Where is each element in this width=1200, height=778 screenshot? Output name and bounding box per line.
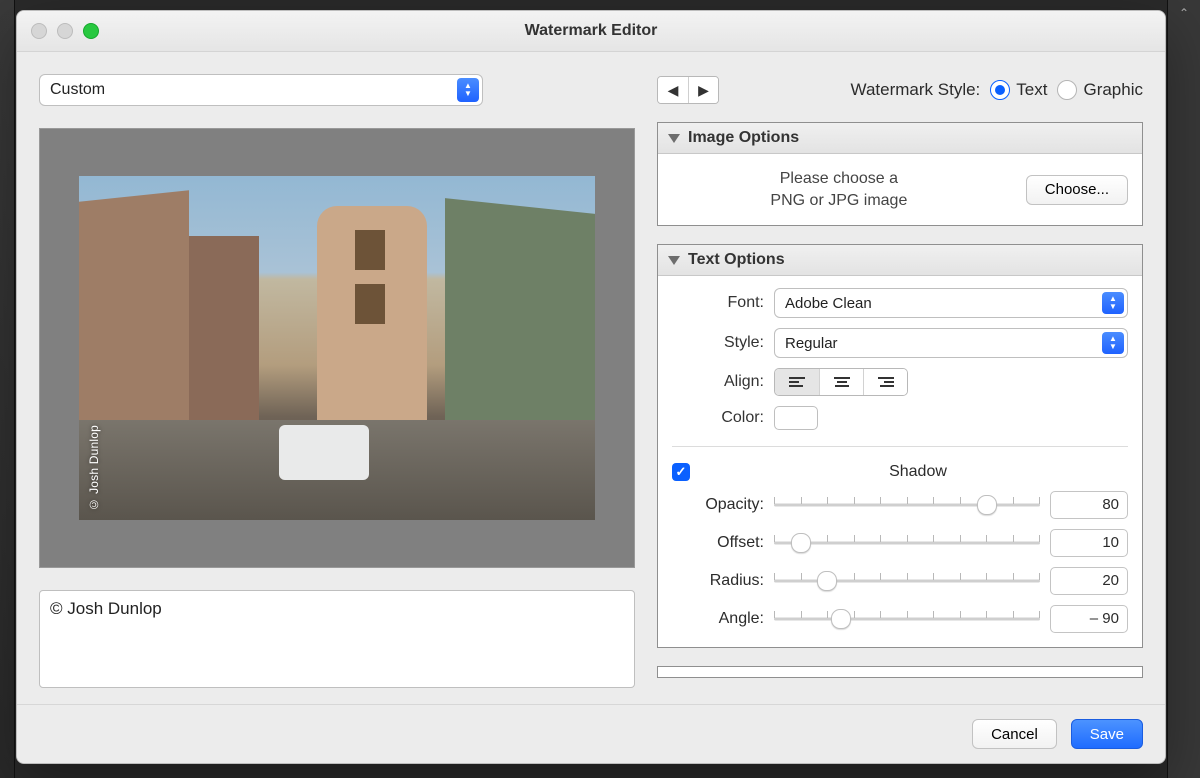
font-style-value: Regular xyxy=(785,335,838,352)
style-text-radio-label: Text xyxy=(1016,80,1047,100)
radius-slider[interactable] xyxy=(774,570,1040,592)
radio-checked-icon xyxy=(990,80,1010,100)
opacity-value[interactable]: 80 xyxy=(1050,491,1128,519)
text-options-title: Text Options xyxy=(688,251,785,269)
window-traffic-lights xyxy=(17,23,99,39)
image-options-header[interactable]: Image Options xyxy=(658,123,1142,154)
shadow-checkbox[interactable]: ✓ xyxy=(672,463,690,481)
radio-unchecked-icon xyxy=(1057,80,1077,100)
triangle-right-icon: ▶ xyxy=(698,82,709,99)
font-select[interactable]: Adobe Clean ▲▼ xyxy=(774,288,1128,318)
shadow-label: Shadow xyxy=(708,463,1128,481)
align-label: Align: xyxy=(672,373,764,391)
align-center-icon xyxy=(834,377,850,387)
align-left-button[interactable] xyxy=(775,369,819,395)
select-stepper-icon: ▲▼ xyxy=(457,78,479,102)
angle-value[interactable]: – 90 xyxy=(1050,605,1128,633)
chevron-up-icon: ⌃ xyxy=(1179,6,1189,20)
save-button[interactable]: Save xyxy=(1071,719,1143,749)
angle-slider[interactable] xyxy=(774,608,1040,630)
disclosure-triangle-icon xyxy=(668,134,680,143)
background-left-strip xyxy=(0,0,15,778)
triangle-left-icon: ◀ xyxy=(668,82,679,99)
watermark-editor-sheet: Watermark Editor Custom ▲▼ xyxy=(16,10,1166,764)
color-label: Color: xyxy=(672,409,764,427)
separator xyxy=(672,446,1128,447)
offset-label: Offset: xyxy=(672,534,764,552)
preview-prev-button[interactable]: ◀ xyxy=(658,77,688,103)
offset-value[interactable]: 10 xyxy=(1050,529,1128,557)
text-options-panel: Text Options Font: Adobe Clean ▲▼ Style:… xyxy=(657,244,1143,648)
opacity-label: Opacity: xyxy=(672,496,764,514)
style-graphic-radio[interactable]: Graphic xyxy=(1057,80,1143,100)
minimize-window-button[interactable] xyxy=(57,23,73,39)
watermark-text-input[interactable]: © Josh Dunlop xyxy=(39,590,635,688)
titlebar: Watermark Editor xyxy=(17,11,1165,52)
preview-next-button[interactable]: ▶ xyxy=(688,77,718,103)
text-options-header[interactable]: Text Options xyxy=(658,245,1142,276)
angle-label: Angle: xyxy=(672,610,764,628)
align-segment xyxy=(774,368,908,396)
text-color-well[interactable] xyxy=(774,406,818,430)
radius-value[interactable]: 20 xyxy=(1050,567,1128,595)
font-style-label: Style: xyxy=(672,334,764,352)
preset-select-value: Custom xyxy=(50,81,105,99)
font-select-value: Adobe Clean xyxy=(785,295,872,312)
cancel-button[interactable]: Cancel xyxy=(972,719,1057,749)
radius-label: Radius: xyxy=(672,572,764,590)
background-right-strip: ⌃ xyxy=(1167,0,1200,778)
font-label: Font: xyxy=(672,294,764,312)
opacity-slider[interactable] xyxy=(774,494,1040,516)
image-options-title: Image Options xyxy=(688,129,799,147)
preview-nav-segment: ◀ ▶ xyxy=(657,76,719,104)
watermark-style-group: Watermark Style: Text Graphic xyxy=(851,80,1143,100)
close-window-button[interactable] xyxy=(31,23,47,39)
select-stepper-icon: ▲▼ xyxy=(1102,292,1124,314)
watermark-preview: © Josh Dunlop xyxy=(39,128,635,568)
align-left-icon xyxy=(789,377,805,387)
style-text-radio[interactable]: Text xyxy=(990,80,1047,100)
style-graphic-radio-label: Graphic xyxy=(1083,80,1143,100)
align-right-icon xyxy=(878,377,894,387)
watermark-style-label: Watermark Style: xyxy=(851,80,981,100)
preview-watermark-text: © Josh Dunlop xyxy=(87,425,101,512)
align-center-button[interactable] xyxy=(819,369,863,395)
collapsed-panel-strip[interactable] xyxy=(657,666,1143,678)
align-right-button[interactable] xyxy=(863,369,907,395)
dialog-footer: Cancel Save xyxy=(17,704,1165,763)
zoom-window-button[interactable] xyxy=(83,23,99,39)
choose-image-button[interactable]: Choose... xyxy=(1026,175,1128,205)
offset-slider[interactable] xyxy=(774,532,1040,554)
select-stepper-icon: ▲▼ xyxy=(1102,332,1124,354)
preview-photo: © Josh Dunlop xyxy=(79,176,595,520)
watermark-text-value: © Josh Dunlop xyxy=(50,599,162,618)
image-options-panel: Image Options Please choose a PNG or JPG… xyxy=(657,122,1143,226)
disclosure-triangle-icon xyxy=(668,256,680,265)
font-style-select[interactable]: Regular ▲▼ xyxy=(774,328,1128,358)
window-title: Watermark Editor xyxy=(17,22,1165,40)
image-options-message: Please choose a PNG or JPG image xyxy=(672,168,1006,211)
preset-select[interactable]: Custom ▲▼ xyxy=(39,74,483,106)
